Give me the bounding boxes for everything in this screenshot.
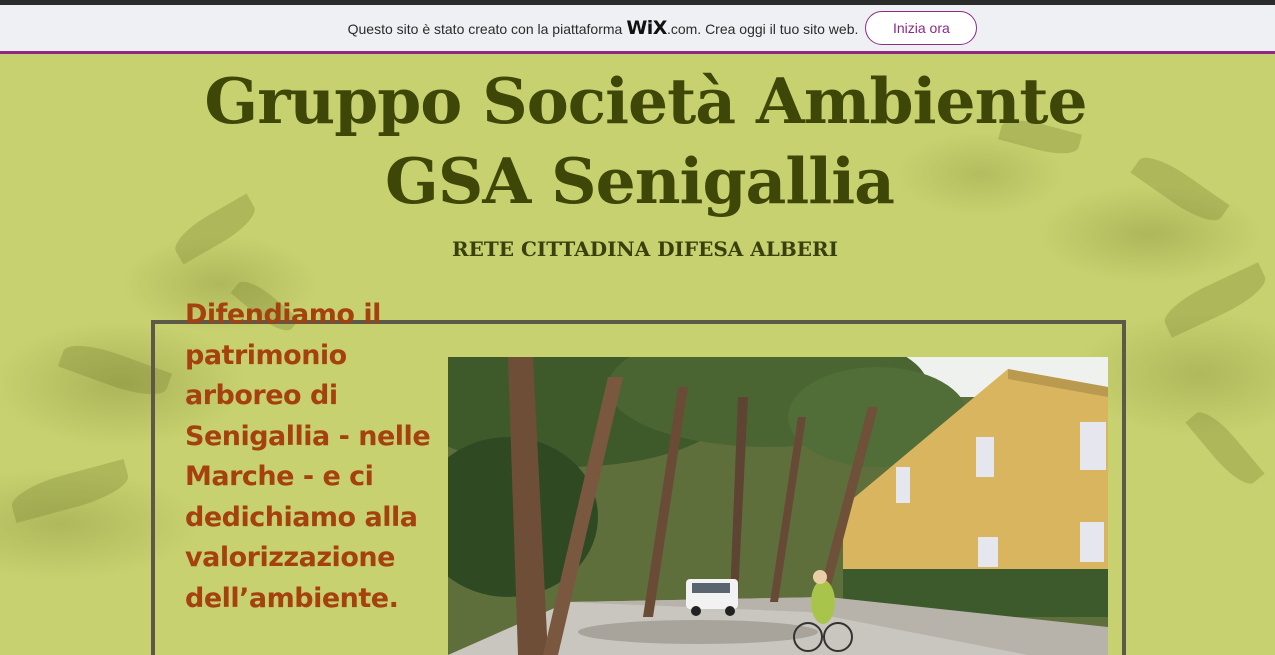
start-now-button[interactable]: Inizia ora <box>865 11 978 45</box>
mission-headline: Difendiamo il patrimonio arboreo di Seni… <box>185 299 431 614</box>
wix-banner-text-after: .com. Crea oggi il tuo sito web. <box>666 21 859 37</box>
site-title-line2: GSA Senigallia <box>385 144 895 218</box>
site-subtitle: RETE CITTADINA DIFESA ALBERI <box>452 237 838 261</box>
tree-lined-street-photo <box>448 357 1108 655</box>
wix-banner-text-before: Questo sito è stato creato con la piatta… <box>347 21 623 37</box>
leaf-shadow-decoration <box>7 459 133 523</box>
page-canvas: Gruppo Società Ambiente GSA Senigallia R… <box>0 54 1275 655</box>
site-title-line1: Gruppo Società Ambiente <box>204 64 1087 138</box>
wix-logo[interactable]: WiX <box>626 17 667 39</box>
leaf-shadow-decoration <box>1158 262 1272 338</box>
wix-banner-message: Questo sito è stato creato con la piatta… <box>348 17 859 39</box>
wix-promo-banner: Questo sito è stato creato con la piatta… <box>0 5 1275 54</box>
street-scene-illustration <box>448 357 1108 655</box>
leaf-shadow-decoration <box>1185 404 1265 492</box>
